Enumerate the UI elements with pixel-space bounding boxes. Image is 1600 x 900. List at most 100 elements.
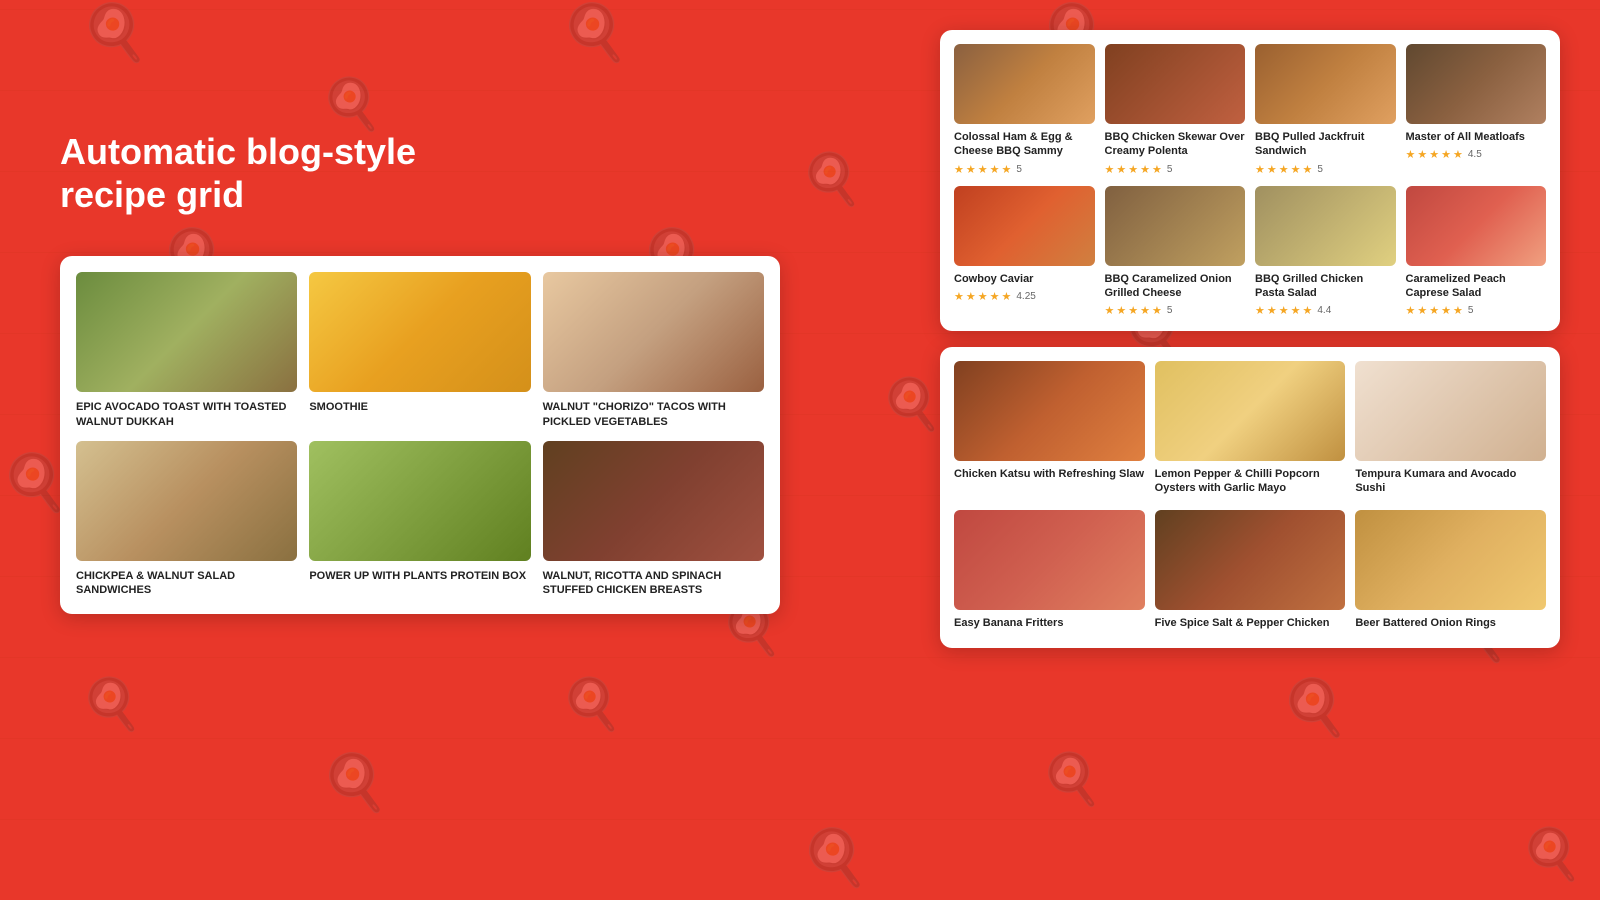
half-star-icon: ★ xyxy=(1303,304,1313,317)
star-icon: ★ xyxy=(1255,163,1265,176)
panel-item-banana-fritters[interactable]: Easy Banana Fritters xyxy=(954,510,1145,634)
recipe-title-chickpea: CHICKPEA & WALNUT SALAD SANDWICHES xyxy=(76,569,297,598)
star-icon: ★ xyxy=(966,290,976,303)
panel-thumb-bbq-pasta xyxy=(1255,186,1396,266)
star-icon: ★ xyxy=(978,163,988,176)
star-icon: ★ xyxy=(966,163,976,176)
recipe-item-avocado-toast[interactable]: EPIC AVOCADO TOAST WITH TOASTED WALNUT D… xyxy=(76,272,297,429)
panel-item-cowboy-caviar[interactable]: Cowboy Caviar ★★★★★4.25 xyxy=(954,186,1095,318)
rating-num-bbq-chicken-skewer: 5 xyxy=(1167,164,1173,175)
recipe-title-smoothie: SMOOTHIE xyxy=(309,400,530,414)
recipe-thumb-avocado-toast xyxy=(76,272,297,392)
panel-title-meatloaf: Master of All Meatloafs xyxy=(1406,130,1547,144)
star-icon: ★ xyxy=(954,163,964,176)
recipe-thumb-stuffed-chicken xyxy=(543,441,764,561)
panel-title-onion-rings: Beer Battered Onion Rings xyxy=(1355,616,1546,630)
panel-item-bbq-pasta[interactable]: BBQ Grilled Chicken Pasta Salad★★★★★4.4 xyxy=(1255,186,1396,318)
star-icon: ★ xyxy=(954,290,964,303)
panel-thumb-meatloaf xyxy=(1406,44,1547,124)
panel-item-bbq-chicken-skewer[interactable]: BBQ Chicken Skewar Over Creamy Polenta★★… xyxy=(1105,44,1246,176)
panel-title-bbq-onion-grilled: BBQ Caramelized Onion Grilled Cheese xyxy=(1105,272,1246,301)
star-icon: ★ xyxy=(1406,148,1416,161)
panel-thumb-banana-fritters xyxy=(954,510,1145,610)
recipe-item-smoothie[interactable]: SMOOTHIE xyxy=(309,272,530,429)
recipe-thumb-walnut-tacos xyxy=(543,272,764,392)
headline: Automatic blog-style recipe grid xyxy=(60,130,780,216)
rating-num-caprese: 5 xyxy=(1468,305,1474,316)
rating-num-meatloaf: 4.5 xyxy=(1468,149,1482,160)
left-section: Automatic blog-style recipe grid EPIC AV… xyxy=(60,50,780,850)
recipe-grid-card: EPIC AVOCADO TOAST WITH TOASTED WALNUT D… xyxy=(60,256,780,613)
star-icon: ★ xyxy=(1267,304,1277,317)
panel-thumb-popcorn-oysters xyxy=(1155,361,1346,461)
star-icon: ★ xyxy=(1140,304,1150,317)
star-icon: ★ xyxy=(1152,304,1162,317)
star-icon: ★ xyxy=(1417,304,1427,317)
panel-item-chicken-katsu[interactable]: Chicken Katsu with Refreshing Slaw xyxy=(954,361,1145,500)
panel-item-sushi[interactable]: Tempura Kumara and Avocado Sushi xyxy=(1355,361,1546,500)
panel-item-caprese[interactable]: Caramelized Peach Caprese Salad★★★★★5 xyxy=(1406,186,1547,318)
stars-bbq-onion-grilled: ★★★★★5 xyxy=(1105,304,1246,317)
bottom-panel-grid: Chicken Katsu with Refreshing Slaw Lemon … xyxy=(954,361,1546,634)
rating-num-ham-egg: 5 xyxy=(1016,164,1022,175)
stars-meatloaf: ★★★★★4.5 xyxy=(1406,148,1547,161)
star-icon: ★ xyxy=(1105,304,1115,317)
star-icon: ★ xyxy=(1429,148,1439,161)
recipe-item-chickpea[interactable]: CHICKPEA & WALNUT SALAD SANDWICHES xyxy=(76,441,297,598)
stars-ham-egg: ★★★★★5 xyxy=(954,163,1095,176)
star-icon: ★ xyxy=(1140,163,1150,176)
panel-title-bbq-chicken-skewer: BBQ Chicken Skewar Over Creamy Polenta xyxy=(1105,130,1246,159)
star-icon: ★ xyxy=(1279,163,1289,176)
star-icon: ★ xyxy=(1255,304,1265,317)
panel-item-ham-egg[interactable]: Colossal Ham & Egg & Cheese BBQ Sammy★★★… xyxy=(954,44,1095,176)
recipe-item-walnut-tacos[interactable]: WALNUT "CHORIZO" TACOS WITH PICKLED VEGE… xyxy=(543,272,764,429)
stars-cowboy-caviar: ★★★★★4.25 xyxy=(954,290,1095,303)
panel-thumb-five-spice xyxy=(1155,510,1346,610)
panel-item-jackfruit[interactable]: BBQ Pulled Jackfruit Sandwich★★★★★5 xyxy=(1255,44,1396,176)
panel-title-banana-fritters: Easy Banana Fritters xyxy=(954,616,1145,630)
panel-title-jackfruit: BBQ Pulled Jackfruit Sandwich xyxy=(1255,130,1396,159)
panel-item-bbq-onion-grilled[interactable]: BBQ Caramelized Onion Grilled Cheese★★★★… xyxy=(1105,186,1246,318)
panel-title-popcorn-oysters: Lemon Pepper & Chilli Popcorn Oysters wi… xyxy=(1155,467,1346,496)
star-icon: ★ xyxy=(990,163,1000,176)
stars-caprese: ★★★★★5 xyxy=(1406,304,1547,317)
star-icon: ★ xyxy=(1152,163,1162,176)
star-icon: ★ xyxy=(1279,304,1289,317)
panel-title-ham-egg: Colossal Ham & Egg & Cheese BBQ Sammy xyxy=(954,130,1095,159)
panel-item-meatloaf[interactable]: Master of All Meatloafs★★★★★4.5 xyxy=(1406,44,1547,176)
star-icon: ★ xyxy=(1116,304,1126,317)
bottom-panel: Chicken Katsu with Refreshing Slaw Lemon … xyxy=(940,347,1560,648)
panel-title-sushi: Tempura Kumara and Avocado Sushi xyxy=(1355,467,1546,496)
top-panel: Colossal Ham & Egg & Cheese BBQ Sammy★★★… xyxy=(940,30,1560,331)
recipe-item-power-box[interactable]: POWER UP WITH PLANTS PROTEIN BOX xyxy=(309,441,530,598)
rating-num-jackfruit: 5 xyxy=(1317,164,1323,175)
panel-item-five-spice[interactable]: Five Spice Salt & Pepper Chicken xyxy=(1155,510,1346,634)
panel-title-chicken-katsu: Chicken Katsu with Refreshing Slaw xyxy=(954,467,1145,481)
star-icon: ★ xyxy=(1303,163,1313,176)
recipe-thumb-power-box xyxy=(309,441,530,561)
star-icon: ★ xyxy=(1429,304,1439,317)
stars-jackfruit: ★★★★★5 xyxy=(1255,163,1396,176)
star-icon: ★ xyxy=(1128,163,1138,176)
panel-item-onion-rings[interactable]: Beer Battered Onion Rings xyxy=(1355,510,1546,634)
recipe-thumb-smoothie xyxy=(309,272,530,392)
panel-thumb-ham-egg xyxy=(954,44,1095,124)
recipe-item-stuffed-chicken[interactable]: WALNUT, RICOTTA AND SPINACH STUFFED CHIC… xyxy=(543,441,764,598)
star-icon: ★ xyxy=(1267,163,1277,176)
star-icon: ★ xyxy=(1441,148,1451,161)
panel-thumb-bbq-onion-grilled xyxy=(1105,186,1246,266)
panel-thumb-bbq-chicken-skewer xyxy=(1105,44,1246,124)
star-icon: ★ xyxy=(1291,304,1301,317)
panel-thumb-jackfruit xyxy=(1255,44,1396,124)
panel-item-popcorn-oysters[interactable]: Lemon Pepper & Chilli Popcorn Oysters wi… xyxy=(1155,361,1346,500)
recipe-title-avocado-toast: EPIC AVOCADO TOAST WITH TOASTED WALNUT D… xyxy=(76,400,297,429)
star-icon: ★ xyxy=(1453,304,1463,317)
panel-title-five-spice: Five Spice Salt & Pepper Chicken xyxy=(1155,616,1346,630)
star-icon: ★ xyxy=(1116,163,1126,176)
panel-thumb-caprese xyxy=(1406,186,1547,266)
panel-thumb-onion-rings xyxy=(1355,510,1546,610)
star-icon: ★ xyxy=(1291,163,1301,176)
panel-title-cowboy-caviar: Cowboy Caviar xyxy=(954,272,1095,286)
right-section: Colossal Ham & Egg & Cheese BBQ Sammy★★★… xyxy=(940,30,1560,648)
star-icon: ★ xyxy=(1406,304,1416,317)
